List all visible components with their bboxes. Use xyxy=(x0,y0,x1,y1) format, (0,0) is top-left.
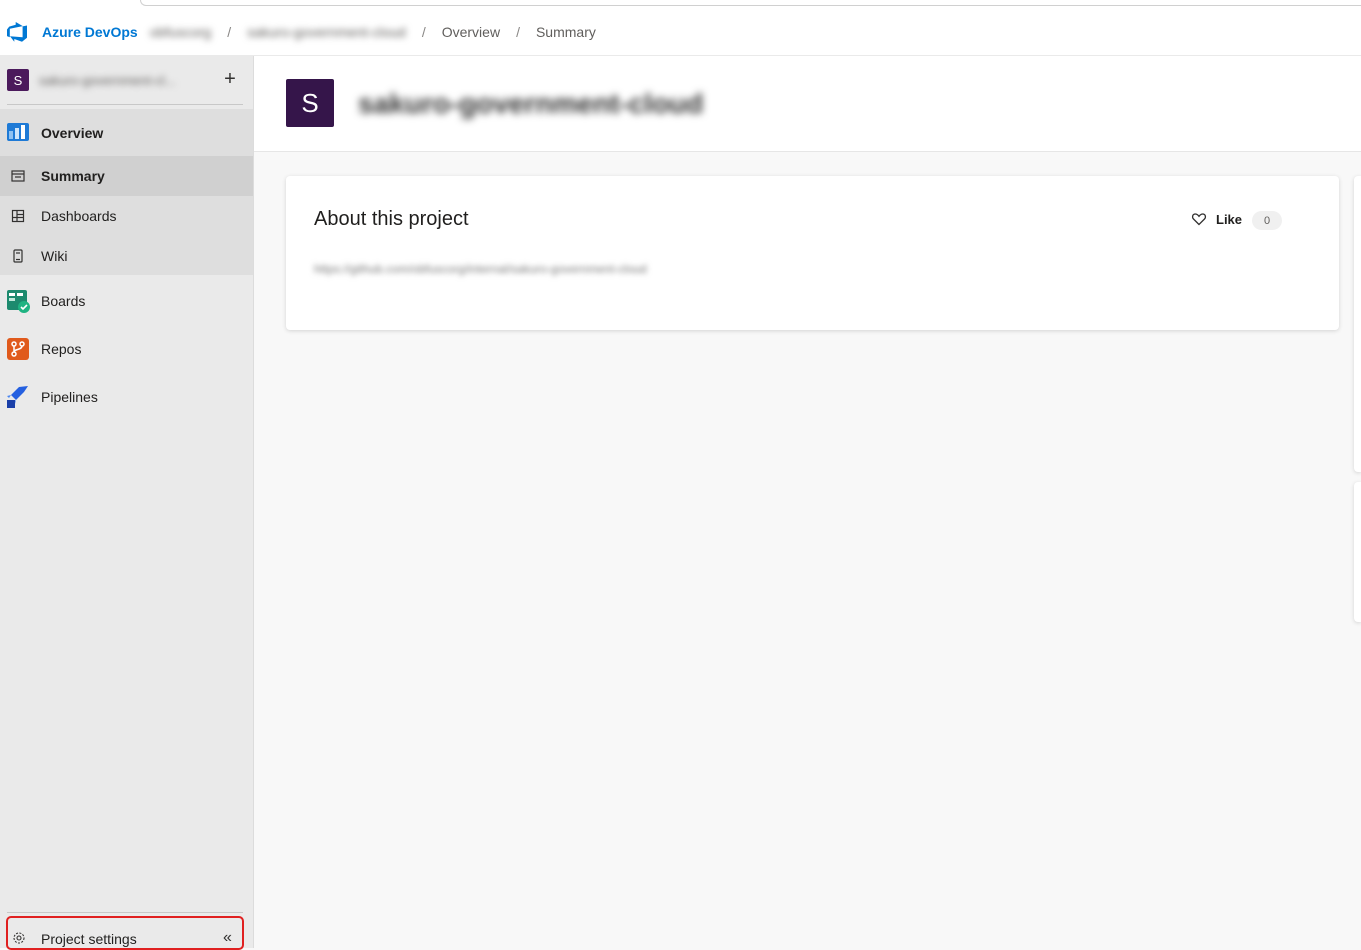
breadcrumb-separator: / xyxy=(516,23,520,40)
summary-icon xyxy=(11,170,25,182)
pipelines-icon xyxy=(7,386,28,408)
about-project-card: About this project Like 0 https://github… xyxy=(286,176,1339,330)
breadcrumb-summary[interactable]: Summary xyxy=(536,24,596,40)
sidebar-item-repos[interactable]: Repos xyxy=(0,325,253,373)
sidebar-item-label: Pipelines xyxy=(41,389,98,405)
like-label: Like xyxy=(1216,211,1243,227)
breadcrumb-org[interactable]: obfuscorg xyxy=(150,24,211,40)
project-settings-label: Project settings xyxy=(41,931,137,947)
card-title: About this project xyxy=(314,208,469,230)
project-avatar: S xyxy=(7,69,29,91)
brand-name: Azure DevOps xyxy=(42,23,138,40)
sidebar-item-label: Overview xyxy=(41,124,104,141)
breadcrumb-separator: / xyxy=(227,23,232,40)
sidebar-item-pipelines[interactable]: Pipelines xyxy=(0,373,253,421)
page-title: sakuro-government-cloud xyxy=(358,88,704,119)
sidebar-item-label: Boards xyxy=(41,293,86,309)
sidebar-item-label: Repos xyxy=(41,341,82,357)
project-avatar: S xyxy=(286,79,334,127)
overview-group: Overview Summary Dashboards Wiki xyxy=(0,109,253,275)
sidebar-item-dashboards[interactable]: Dashboards xyxy=(0,196,253,236)
azure-devops-logo-icon xyxy=(7,21,27,42)
project-description-link[interactable]: https://github.com/obfuscorg/internal/sa… xyxy=(314,262,647,276)
breadcrumb-separator: / xyxy=(421,23,426,40)
project-name: sakuro-government-cl... xyxy=(39,72,176,88)
heart-icon xyxy=(1191,213,1207,226)
boards-icon xyxy=(7,290,30,313)
repos-icon xyxy=(7,338,29,360)
brand[interactable]: Azure DevOps xyxy=(7,21,138,43)
browser-edge xyxy=(140,0,1361,6)
sidebar-item-label: Summary xyxy=(41,168,105,184)
add-icon[interactable]: + xyxy=(219,68,241,90)
breadcrumb-overview[interactable]: Overview xyxy=(442,24,500,40)
divider xyxy=(7,104,243,105)
sidebar: S sakuro-government-cl... + Overview Sum… xyxy=(0,56,254,950)
top-bar: Azure DevOps obfuscorg / sakuro-governme… xyxy=(0,0,1361,56)
sidebar-item-wiki[interactable]: Wiki xyxy=(0,236,253,276)
project-switcher[interactable]: S sakuro-government-cl... + xyxy=(0,56,253,104)
sidebar-item-label: Dashboards xyxy=(41,208,117,224)
project-settings-button[interactable]: Project settings « xyxy=(6,916,244,950)
like-count-badge: 0 xyxy=(1252,211,1282,230)
dashboards-icon xyxy=(11,209,25,223)
overview-icon xyxy=(7,123,29,141)
members-card xyxy=(1354,482,1361,622)
divider xyxy=(7,912,243,913)
gear-icon xyxy=(13,932,25,944)
collapse-sidebar-icon[interactable]: « xyxy=(223,929,232,947)
sidebar-item-overview[interactable]: Overview xyxy=(0,109,253,156)
stats-card xyxy=(1354,176,1361,472)
sidebar-item-label: Wiki xyxy=(41,248,68,264)
like-button[interactable]: Like xyxy=(1191,211,1242,227)
project-header: S sakuro-government-cloud xyxy=(254,56,1361,152)
wiki-icon xyxy=(13,249,23,263)
sidebar-item-summary[interactable]: Summary xyxy=(0,156,253,196)
breadcrumb-project[interactable]: sakuro-government-cloud xyxy=(247,24,406,40)
sidebar-item-boards[interactable]: Boards xyxy=(0,277,253,325)
